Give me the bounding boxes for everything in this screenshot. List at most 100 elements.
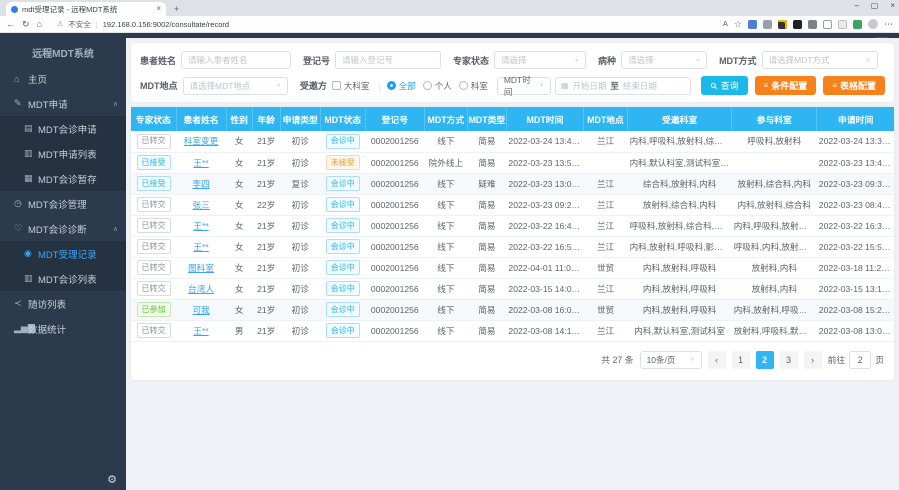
search-button[interactable]: 查询 <box>701 76 748 95</box>
settings-gear-icon[interactable]: ⚙ <box>107 473 117 486</box>
expert-status-tag: 已接受 <box>137 155 171 170</box>
browser-tabstrip: mdt受理记录 - 远程MDT系统 × + – ▢ × <box>0 0 899 16</box>
sidebar-item-MDT会诊申请[interactable]: ▤MDT会诊申请 <box>0 116 126 141</box>
mdt-status-tag: 会诊中 <box>320 236 365 257</box>
mdt-mode-cell: 线下 <box>424 257 467 278</box>
patient-name-link[interactable]: 王** <box>193 221 208 231</box>
column-header: 参与科室 <box>732 107 817 131</box>
patient-name-link[interactable]: 科室变更 <box>184 136 218 146</box>
time-type-select[interactable]: MDT时间∨ <box>497 77 551 95</box>
more-menu-icon[interactable]: ⋯ <box>884 20 893 29</box>
gender-cell: 女 <box>226 299 252 320</box>
sidebar-item-MDT申请[interactable]: ✎MDT申请∧ <box>0 91 126 116</box>
mdt-mode-select[interactable]: 请选择MDT方式∨ <box>762 51 878 69</box>
invitee-checkbox-dept[interactable]: 大科室 <box>332 80 370 92</box>
patient-name-link[interactable]: 李四 <box>192 179 209 189</box>
sidebar-item-数据统计[interactable]: ▂▅▇数据统计 <box>0 316 126 341</box>
condition-config-button[interactable]: ≡ 条件配置 <box>755 76 817 95</box>
address-bar[interactable]: ⚠ 不安全 | 192.168.0.156:9002/consultate/re… <box>49 18 716 31</box>
mdt-location-cell: 世贸 <box>584 257 628 278</box>
mdt-location-select[interactable]: 请选择MDT地点∨ <box>183 77 288 95</box>
window-minimize-icon[interactable]: – <box>854 1 858 10</box>
window-close-icon[interactable]: × <box>890 1 895 10</box>
register-no-input[interactable] <box>335 51 441 69</box>
sidebar-item-label: 数据统计 <box>28 322 118 336</box>
sidebar-item-MDT会诊诊断[interactable]: ♡MDT会诊诊断∧ <box>0 216 126 241</box>
split-screen-icon[interactable] <box>823 20 832 29</box>
sidebar-item-MDT申请列表[interactable]: ▥MDT申请列表 <box>0 141 126 166</box>
window-maximize-icon[interactable]: ▢ <box>871 1 879 10</box>
patient-name-link[interactable]: 可我 <box>192 305 209 315</box>
patient-name-link[interactable]: 台湾人 <box>188 284 214 294</box>
mdt-time-cell: 2022-03-23 13:00:00 <box>506 173 583 194</box>
date-range-picker[interactable]: ▦ 开始日期 至 结束日期 <box>555 77 691 95</box>
disease-select[interactable]: 请选择∨ <box>621 51 707 69</box>
invitee-radio-department[interactable]: 科室 <box>459 80 488 92</box>
column-header: 受邀科室 <box>628 107 732 131</box>
mdt-type-cell: 简易 <box>467 299 506 320</box>
invitee-radio-all[interactable]: 全部 <box>387 80 416 92</box>
browser-profile-avatar[interactable] <box>868 19 878 29</box>
goto-page-input[interactable] <box>849 351 871 369</box>
browser-tab[interactable]: mdt受理记录 - 远程MDT系统 × <box>6 2 166 16</box>
reload-icon[interactable]: ↻ <box>22 20 30 29</box>
column-header: 登记号 <box>365 107 424 131</box>
apply-type-cell: 初诊 <box>280 152 320 173</box>
filter-panel: 患者姓名 登记号 专家状态 请选择∨ 病种 请选择∨ MDT方式 请选择MDT方… <box>131 43 894 102</box>
sidebar-item-MDT会诊暂存[interactable]: ▦MDT会诊暂存 <box>0 166 126 191</box>
back-icon[interactable]: ← <box>6 20 15 29</box>
mdt-location-cell: 兰江 <box>584 278 628 299</box>
page-button-3[interactable]: 3 <box>780 351 798 369</box>
tab-close-icon[interactable]: × <box>156 5 161 13</box>
extension-icon[interactable] <box>748 20 757 29</box>
expert-status-tag: 已参加 <box>137 302 171 317</box>
read-aloud-icon[interactable]: A <box>723 20 728 28</box>
next-page-button[interactable]: › <box>804 351 822 369</box>
page-size-select[interactable]: 10条/页∨ <box>640 351 702 369</box>
sidebar-item-label: 主页 <box>28 72 118 86</box>
extension-icon[interactable] <box>778 20 787 29</box>
sidebar-item-主页[interactable]: ⌂主页 <box>0 66 126 91</box>
register-no-cell: 0002001256 <box>365 152 424 173</box>
sidebar-item-MDT受理记录[interactable]: ◉MDT受理记录 <box>0 241 126 266</box>
age-cell: 21岁 <box>252 257 280 278</box>
sidebar-item-MDT会诊管理[interactable]: ◷MDT会诊管理 <box>0 191 126 216</box>
register-no-cell: 0002001256 <box>365 215 424 236</box>
patient-name-input[interactable] <box>181 51 291 69</box>
invited-depts-cell: 内科,呼吸科,放射科,综合科 <box>628 131 732 152</box>
expert-status-select[interactable]: 请选择∨ <box>494 51 586 69</box>
extension-icon[interactable] <box>763 20 772 29</box>
browser-essentials-icon[interactable] <box>853 20 862 29</box>
mdt-status-tag: 会诊中 <box>320 194 365 215</box>
favorite-star-icon[interactable]: ☆ <box>734 20 742 29</box>
patient-name-link[interactable]: 王** <box>193 326 208 336</box>
extension-icon[interactable] <box>793 20 802 29</box>
column-header: 年龄 <box>252 107 280 131</box>
prev-page-button[interactable]: ‹ <box>708 351 726 369</box>
mdt-time-cell: 2022-03-08 14:10:00 <box>506 320 583 341</box>
collections-icon[interactable] <box>838 20 847 29</box>
patient-name-link[interactable]: 王** <box>193 242 208 252</box>
browser-toolbar: ← ↻ ⌂ ⚠ 不安全 | 192.168.0.156:9002/consult… <box>0 16 899 33</box>
page-button-2[interactable]: 2 <box>756 351 774 369</box>
apply-time-cell: 2022-03-22 16:31:36 <box>817 215 894 236</box>
extension-icon[interactable] <box>808 20 817 29</box>
sidebar-item-MDT会诊列表[interactable]: ▥MDT会诊列表 <box>0 266 126 291</box>
apply-time-cell: 2022-03-18 11:28:25 <box>817 257 894 278</box>
patient-name-link[interactable]: 王** <box>193 158 208 168</box>
table-config-button[interactable]: ≡ 表格配置 <box>823 76 885 95</box>
new-tab-button[interactable]: + <box>174 4 179 16</box>
shield-icon: ▥ <box>24 273 38 284</box>
invitee-radio-person[interactable]: 个人 <box>423 80 452 92</box>
record-icon: ◉ <box>24 248 38 259</box>
apply-type-cell: 初诊 <box>280 194 320 215</box>
home-icon[interactable]: ⌂ <box>37 20 42 29</box>
patient-name-link[interactable]: 图科室 <box>188 263 214 273</box>
register-no-cell: 0002001256 <box>365 173 424 194</box>
mdt-type-cell: 疑难 <box>467 173 506 194</box>
register-no-cell: 0002001256 <box>365 320 424 341</box>
sidebar-item-随访列表[interactable]: ≺随访列表 <box>0 291 126 316</box>
page-button-1[interactable]: 1 <box>732 351 750 369</box>
patient-name-link: 可我 <box>176 299 226 320</box>
patient-name-link[interactable]: 张三 <box>192 200 209 210</box>
